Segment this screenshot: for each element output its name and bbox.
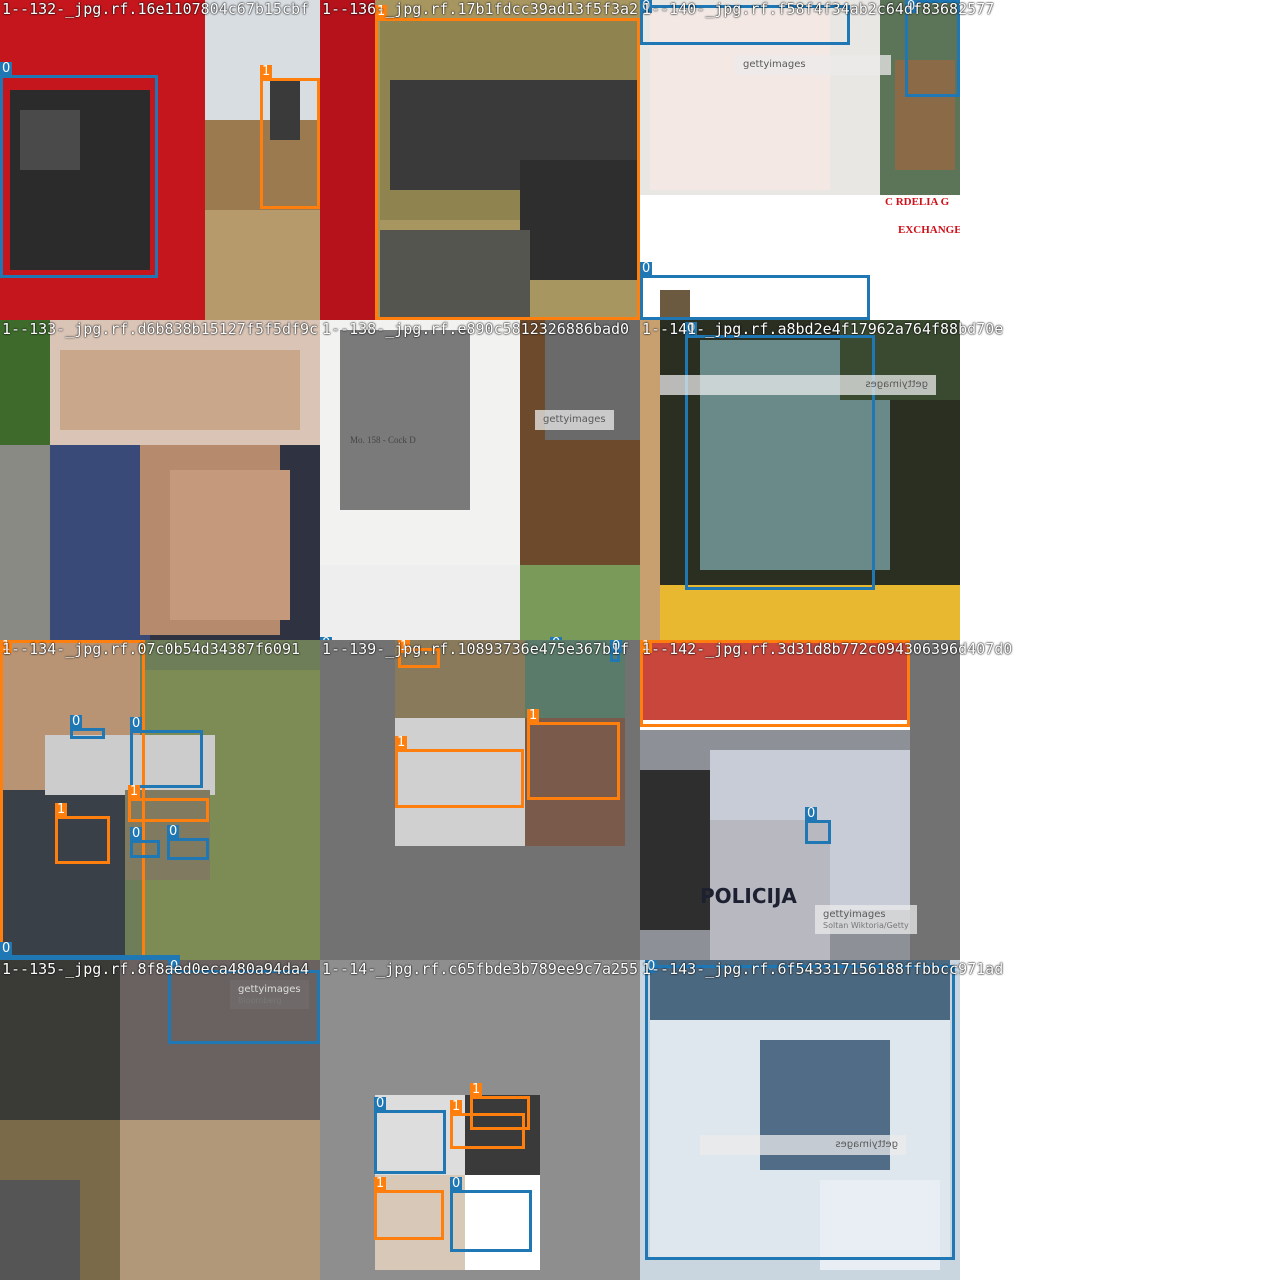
bounding-box-class-0 (450, 1190, 532, 1252)
image-patch (660, 585, 960, 640)
bounding-box-class-1 (527, 722, 620, 800)
bounding-box-class-0 (805, 820, 831, 844)
bounding-box-class-0 (685, 335, 875, 590)
bounding-box-class-0 (640, 5, 850, 45)
image-patch (205, 210, 320, 320)
class-label: 1 (128, 784, 141, 799)
bounding-box-class-1 (260, 78, 320, 209)
bounding-box-class-0 (167, 838, 209, 860)
class-label: 0 (640, 0, 653, 14)
class-label: 1 (450, 1099, 463, 1114)
class-label: 0 (645, 960, 658, 974)
gettyimages-watermark: gettyimages (700, 1135, 906, 1155)
mosaic-tile-5: 0 gettyimages (640, 320, 960, 640)
mosaic-tile-3 (0, 320, 320, 640)
class-label: 1 (398, 640, 411, 654)
class-label: 0 (610, 640, 623, 654)
gettyimages-watermark: gettyimages (660, 375, 936, 395)
mosaic-tile-9: 0 gettyimages Bloomberg (0, 960, 320, 1280)
image-patch (320, 565, 520, 640)
mosaic-tile-7: 1 0 1 1 (320, 640, 640, 960)
class-label: 0 (685, 321, 698, 336)
bounding-box-class-1 (375, 18, 640, 320)
policija-text: POLICIJA (700, 884, 797, 908)
mosaic-tile-6: 1 0 0 1 1 0 0 0 (0, 640, 320, 960)
bounding-box-class-0 (0, 75, 158, 278)
image-patch (640, 320, 660, 640)
bounding-box-class-1 (395, 749, 524, 808)
class-label: 1 (640, 640, 653, 654)
class-label: 0 (70, 714, 83, 729)
diagram-caption: Mo. 158 - Cock D (350, 435, 416, 445)
image-patch (0, 960, 120, 1120)
mosaic-tile-10: 01110 (320, 960, 640, 1280)
gettyimages-watermark: gettyimages Soltan Wiktoria/Getty (815, 905, 917, 934)
bounding-box-class-1 (128, 798, 209, 822)
bounding-box-class-1 (0, 640, 145, 960)
bounding-box-class-1 (374, 1190, 444, 1240)
class-label: 1 (395, 735, 408, 750)
class-label: 0 (450, 1176, 463, 1191)
image-patch (0, 445, 50, 640)
gettyimages-credit: Bloomberg (238, 996, 282, 1005)
mosaic-tile-0: 01 (0, 0, 320, 320)
class-label: 1 (55, 802, 68, 817)
mosaic-tile-11: 0 gettyimages (640, 960, 960, 1280)
mosaic-tile-4: 00gettyimagesMo. 158 - Cock D (320, 320, 640, 640)
bounding-box-class-0 (130, 730, 203, 788)
image-patch (0, 1180, 80, 1280)
class-label: 0 (0, 61, 13, 76)
bounding-box-class-0 (130, 840, 160, 858)
image-patch (60, 350, 300, 430)
image-patch (50, 445, 150, 640)
class-label: 1 (374, 1176, 387, 1191)
class-label: 0 (905, 0, 918, 14)
shop-sign-line-2: EXCHANGE (898, 224, 960, 236)
bounding-box-class-0 (70, 728, 105, 739)
bounding-box-class-1 (640, 640, 910, 727)
class-label: 1 (375, 4, 388, 19)
gettyimages-watermark: gettyimages (735, 55, 891, 75)
bounding-box-class-1 (450, 1113, 525, 1149)
class-label: 1 (260, 64, 273, 79)
class-label: 0 (374, 1096, 387, 1111)
image-patch (880, 245, 960, 320)
class-label: 0 (168, 960, 181, 974)
class-label: 1 (527, 708, 540, 723)
class-label: 1 (0, 640, 13, 654)
gettyimages-watermark: gettyimages (535, 410, 614, 430)
bounding-box-class-0 (640, 275, 870, 320)
gettyimages-credit: Soltan Wiktoria/Getty (823, 921, 909, 930)
class-label: 0 (640, 261, 653, 276)
mosaic-tile-1: 1 (320, 0, 640, 320)
image-patch (170, 470, 290, 620)
mosaic-tile-2: 0 0 0 gettyimages C RDELIA G EXCHANGE (640, 0, 960, 320)
class-label: 0 (167, 824, 180, 839)
shop-sign-line-1: C RDELIA G (885, 196, 950, 208)
class-label: 0 (130, 716, 143, 731)
image-patch (120, 1120, 320, 1280)
mosaic-tile-8: 1 0 gettyimages Soltan Wiktoria/Getty POLICI… (640, 640, 960, 960)
bounding-box-class-0 (645, 965, 955, 1260)
gettyimages-watermark: gettyimages Bloomberg (230, 980, 309, 1009)
bounding-box-class-0 (905, 0, 960, 97)
class-label: 1 (470, 1082, 483, 1097)
image-patch (520, 565, 640, 640)
image-patch (910, 640, 960, 960)
image-patch (320, 0, 375, 320)
class-label: 0 (130, 826, 143, 841)
class-label: 0 (0, 941, 13, 956)
image-patch (0, 320, 50, 445)
class-label: 0 (805, 806, 818, 821)
image-patch (340, 330, 470, 510)
mosaic-grid: 011000gettyimagesC RDELIA GEXCHANGE00get… (0, 0, 960, 1280)
bounding-box-class-0 (374, 1110, 446, 1174)
bounding-box-class-1 (55, 816, 110, 864)
